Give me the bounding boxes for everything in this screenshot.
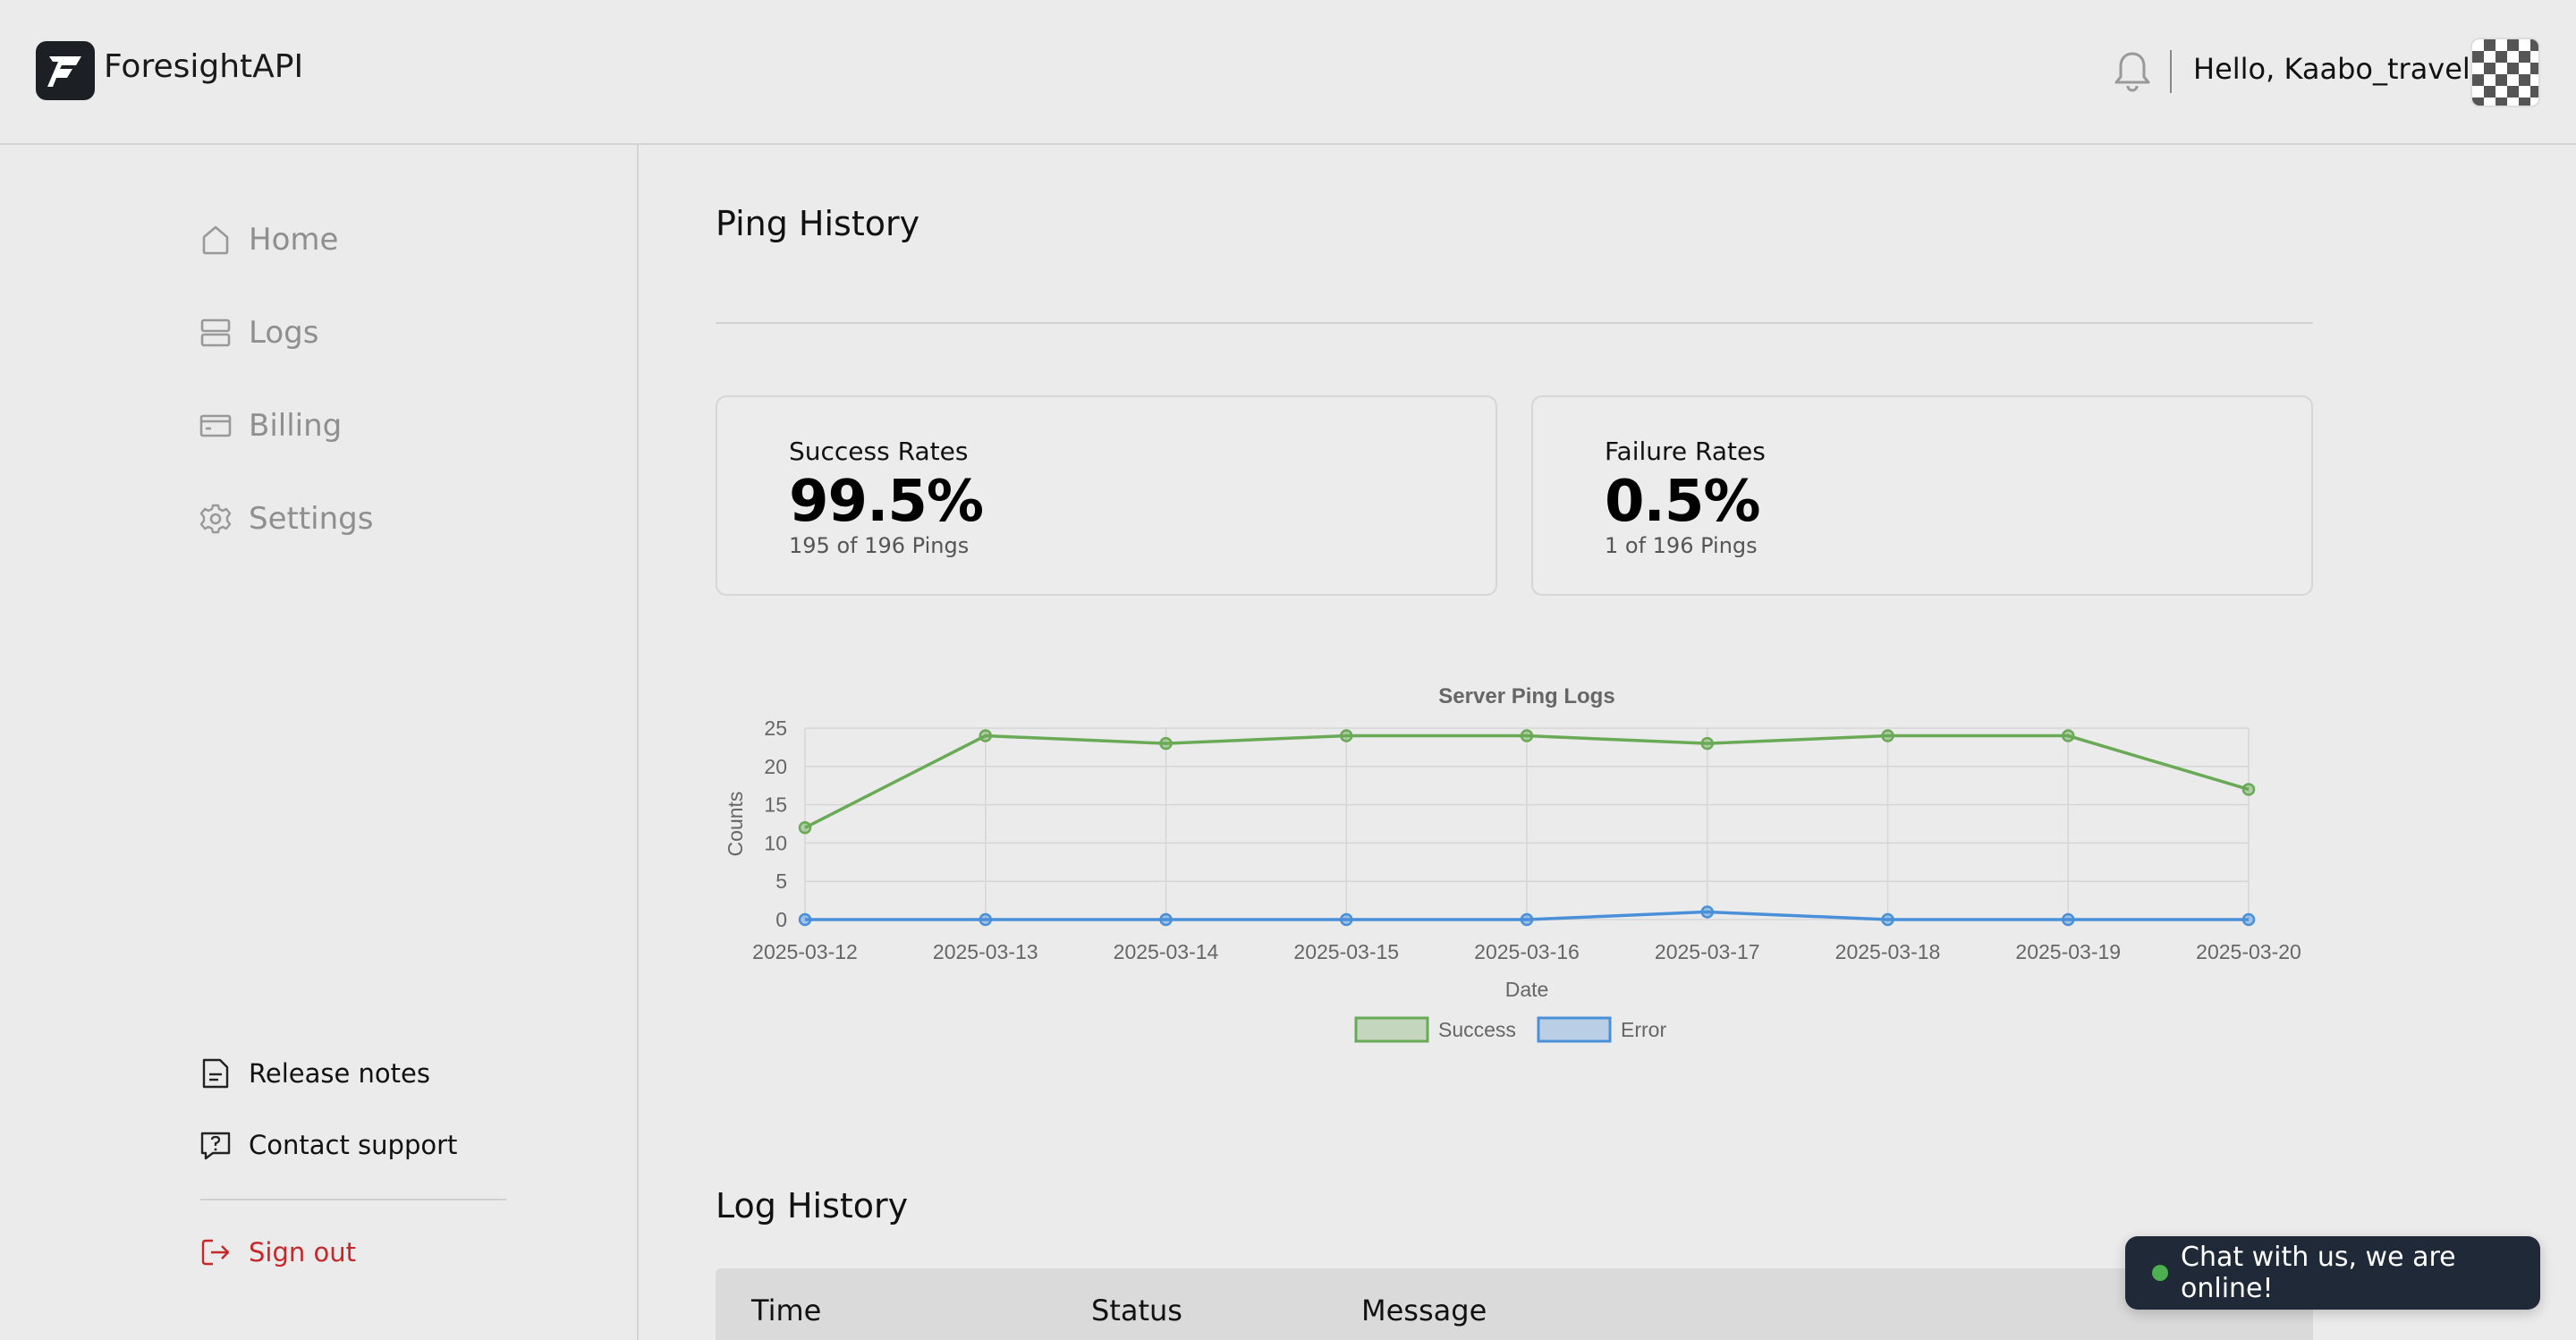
sign-out-label: Sign out [249,1237,356,1268]
chat-widget-button[interactable]: Chat with us, we are online! [2125,1236,2540,1310]
chat-label: Chat with us, we are online! [2181,1242,2456,1304]
sign-out-button[interactable]: Sign out [199,1233,356,1272]
data-point-success [1520,729,1534,742]
column-header-message[interactable]: Message [1361,1293,1487,1327]
data-point-success [1700,736,1714,751]
legend-label-success: Success [1438,1018,1516,1041]
data-point-error [2241,912,2256,927]
x-tick-label: 2025-03-15 [1293,940,1399,963]
sign-out-icon [201,1239,230,1266]
y-axis-label: Counts [724,792,747,857]
home-icon [202,225,229,255]
sidebar-item-billing[interactable]: Billing [199,404,342,447]
data-point-success [2241,783,2256,796]
data-point-success [2062,729,2075,742]
card-subtext: 195 of 196 Pings [789,533,970,558]
card-label: Failure Rates [1605,437,1766,466]
y-tick-label: 25 [764,717,787,740]
x-tick-label: 2025-03-20 [2196,940,2301,963]
data-point-error [1520,912,1534,927]
top-header: ForesightAPI Hello, Kaabo_travel [0,0,2576,145]
sidebar-item-label: Home [249,222,339,258]
contact-support-label: Contact support [249,1130,458,1160]
contact-support-link[interactable]: Contact support [199,1125,457,1165]
x-tick-label: 2025-03-17 [1655,940,1760,963]
data-point-success [1159,736,1173,751]
ping-logs-chart: Server Ping Logs 0 5 10 15 20 25 2025-03-12 2025… [716,671,2317,1073]
legend-swatch-error [1537,1016,1612,1043]
release-notes-link[interactable]: Release notes [199,1054,430,1093]
success-rate-card: Success Rates 99.5% 195 of 196 Pings [716,395,1497,596]
y-tick-label: 15 [764,793,787,817]
chart-title: Server Ping Logs [1438,684,1614,708]
page-title: Ping History [716,204,920,243]
header-divider [2170,50,2172,93]
foresight-logo-icon[interactable] [36,41,95,100]
sidebar: Home Logs Billing Settings Release notes [0,145,639,1340]
data-point-error [1159,912,1173,927]
column-header-status[interactable]: Status [1091,1293,1182,1327]
release-notes-label: Release notes [249,1058,430,1089]
card-label: Success Rates [789,437,969,466]
online-status-dot [2152,1265,2168,1281]
card-value: 99.5% [789,469,984,535]
data-point-error [979,912,992,927]
sidebar-item-settings[interactable]: Settings [199,497,373,540]
brand-name[interactable]: ForesightAPI [104,48,303,85]
x-tick-label: 2025-03-14 [1114,940,1219,963]
data-point-error [2062,912,2075,927]
y-tick-label: 20 [764,755,787,778]
x-tick-label: 2025-03-19 [2015,940,2121,963]
legend-label-error: Error [1621,1018,1666,1041]
data-point-success [979,729,992,742]
user-greeting: Hello, Kaabo_travel [2193,52,2470,86]
log-history-title: Log History [716,1186,909,1226]
data-point-error [1700,905,1714,919]
sidebar-divider [200,1199,506,1200]
data-point-error [798,912,812,927]
title-divider [716,322,2313,324]
legend-swatch-success [1354,1016,1429,1043]
avatar[interactable] [2470,38,2540,107]
sidebar-item-label: Logs [249,315,319,351]
column-header-time[interactable]: Time [751,1293,821,1327]
credit-card-icon [199,414,232,437]
x-axis-label: Date [1505,978,1549,1001]
data-point-success [1340,729,1353,742]
data-point-success [798,821,812,835]
x-tick-label: 2025-03-18 [1835,940,1941,963]
y-tick-label: 0 [775,908,787,931]
data-point-error [1340,912,1353,927]
card-value: 0.5% [1605,469,1760,535]
bell-icon[interactable] [2113,50,2152,93]
x-tick-label: 2025-03-13 [933,940,1038,963]
document-icon [202,1058,229,1089]
x-tick-label: 2025-03-12 [752,940,858,963]
card-subtext: 1 of 196 Pings [1605,533,1758,558]
server-icon [200,318,231,347]
sidebar-item-logs[interactable]: Logs [199,311,318,354]
x-tick-label: 2025-03-16 [1474,940,1580,963]
data-point-error [1881,912,1894,927]
log-table-header: Time Status Message [716,1268,2313,1340]
chart-svg: Server Ping Logs 0 5 10 15 20 25 2025-03-12 2025… [724,684,2301,1043]
chat-question-icon [200,1132,231,1160]
y-tick-label: 5 [775,869,787,893]
sidebar-item-label: Billing [249,408,343,444]
data-point-success [1881,729,1894,742]
y-tick-label: 10 [764,831,787,854]
failure-rate-card: Failure Rates 0.5% 1 of 196 Pings [1531,395,2313,596]
sidebar-item-label: Settings [249,501,374,537]
sidebar-item-home[interactable]: Home [199,218,338,261]
gear-icon [199,504,232,534]
